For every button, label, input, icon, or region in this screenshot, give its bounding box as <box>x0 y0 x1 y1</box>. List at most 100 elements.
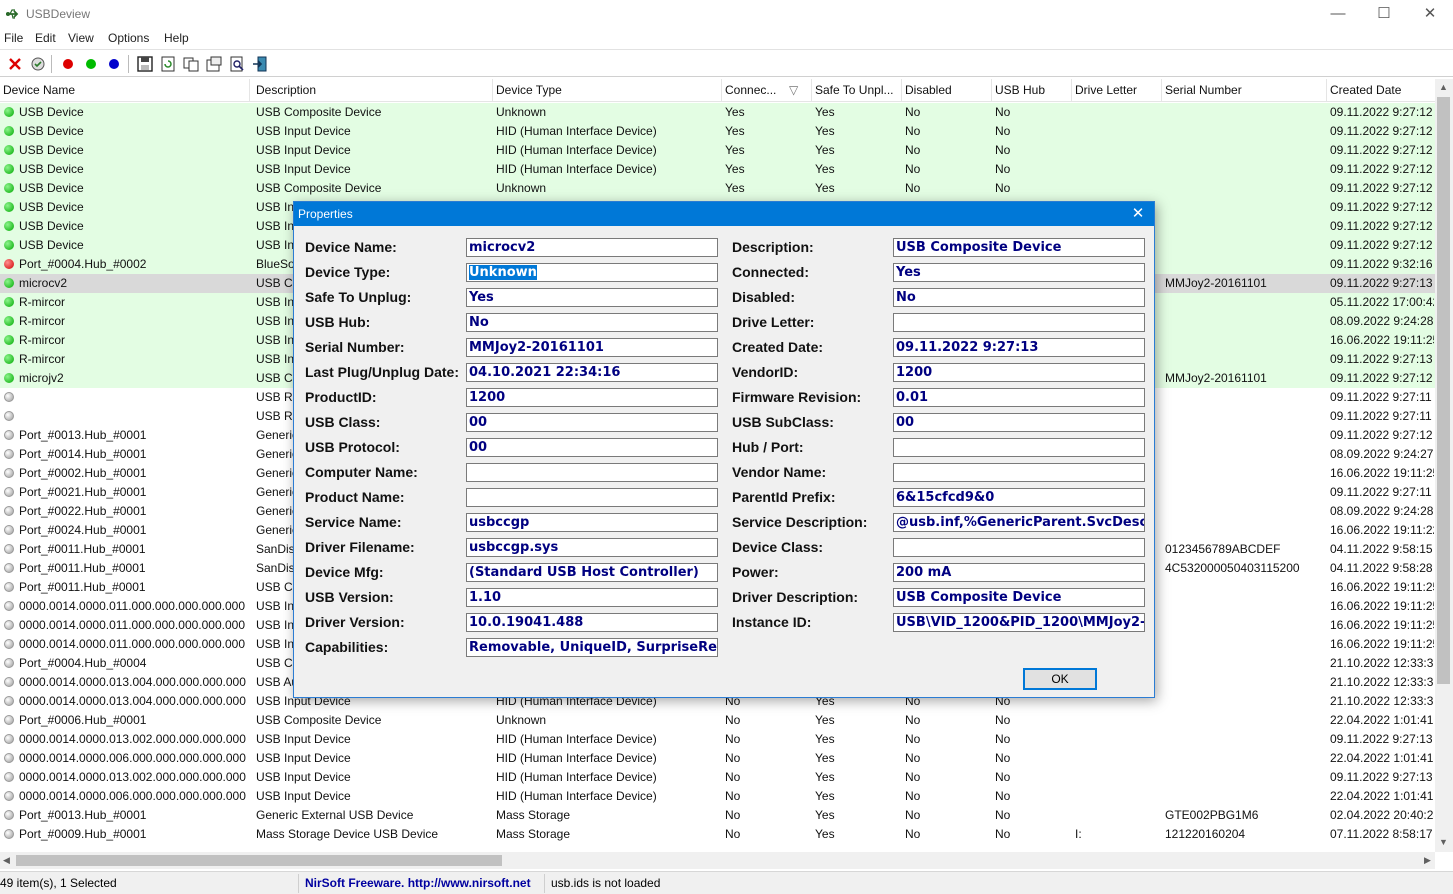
refresh-icon[interactable] <box>159 55 177 73</box>
property-value-field[interactable]: USB Composite Device <box>893 238 1145 257</box>
dialog-title-bar[interactable]: Properties ✕ <box>294 202 1154 226</box>
horizontal-scroll-thumb[interactable] <box>16 855 502 866</box>
table-cell: 0000.0014.0000.006.000.000.000.000.000 <box>19 789 246 803</box>
status-gray-icon <box>4 715 14 725</box>
menu-file[interactable]: File <box>4 31 23 45</box>
table-row[interactable]: USB Device USB Composite Device Unknown Yes… <box>0 179 1435 198</box>
property-value-field[interactable]: 1.10 <box>466 588 718 607</box>
green-dot-icon[interactable] <box>82 55 100 73</box>
scroll-down-icon[interactable]: ▼ <box>1439 837 1448 847</box>
property-value-field[interactable]: Yes <box>893 263 1145 282</box>
col-drive-letter[interactable]: Drive Letter <box>1072 79 1162 102</box>
property-value-field[interactable]: usbccgp.sys <box>466 538 718 557</box>
menu-options[interactable]: Options <box>108 31 149 45</box>
table-cell: No <box>995 770 1011 784</box>
property-value-field[interactable]: Removable, UniqueID, SurpriseRemov <box>466 638 718 657</box>
col-description[interactable]: Description <box>253 79 493 102</box>
table-row[interactable]: 0000.0014.0000.006.000.000.000.000.000 US… <box>0 749 1435 768</box>
exit-icon[interactable] <box>251 55 269 73</box>
property-value-field[interactable] <box>893 463 1145 482</box>
property-value-field[interactable]: 04.10.2021 22:34:16 <box>466 363 718 382</box>
scroll-up-icon[interactable]: ▲ <box>1439 82 1448 92</box>
copy-icon[interactable] <box>182 55 200 73</box>
col-disabled[interactable]: Disabled <box>902 79 992 102</box>
property-value: 00 <box>469 415 488 430</box>
save-icon[interactable] <box>136 55 154 73</box>
property-value-field[interactable]: No <box>893 288 1145 307</box>
uninstall-icon[interactable] <box>29 55 47 73</box>
status-nirsoft-link[interactable]: NirSoft Freeware. http://www.nirsoft.net <box>305 876 531 890</box>
maximize-button[interactable]: ☐ <box>1361 0 1407 28</box>
table-row[interactable]: Port_#0009.Hub_#0001 Mass Storage Device … <box>0 825 1435 844</box>
vertical-scrollbar[interactable]: ▲ ▼ <box>1435 79 1453 852</box>
table-cell: No <box>995 143 1011 157</box>
table-row[interactable]: 0000.0014.0000.006.000.000.000.000.000 US… <box>0 787 1435 806</box>
table-cell: Port_#0011.Hub_#0001 <box>19 542 146 556</box>
property-value-field[interactable]: USB Composite Device <box>893 588 1145 607</box>
property-value-field[interactable]: (Standard USB Host Controller) <box>466 563 718 582</box>
red-dot-icon[interactable] <box>59 55 77 73</box>
property-value-field[interactable]: Unknown <box>466 263 718 282</box>
properties-icon[interactable] <box>205 55 223 73</box>
table-cell <box>1165 103 1325 122</box>
property-value-field[interactable]: 00 <box>466 438 718 457</box>
status-gray-icon <box>4 525 14 535</box>
property-value-field[interactable]: 10.0.19041.488 <box>466 613 718 632</box>
property-value-field[interactable]: 00 <box>466 413 718 432</box>
property-value-field[interactable]: No <box>466 313 718 332</box>
property-value-field[interactable] <box>893 538 1145 557</box>
table-row[interactable]: Port_#0013.Hub_#0001 Generic External USB… <box>0 806 1435 825</box>
menu-edit[interactable]: Edit <box>35 31 56 45</box>
property-value-field[interactable]: @usb.inf,%GenericParent.SvcDesc%;Microso… <box>893 513 1145 532</box>
menu-help[interactable]: Help <box>164 31 189 45</box>
blue-dot-icon[interactable] <box>105 55 123 73</box>
property-value-field[interactable]: 09.11.2022 9:27:13 <box>893 338 1145 357</box>
status-gray-icon <box>4 487 14 497</box>
col-safe-to-unplug[interactable]: Safe To Unpl... <box>812 79 902 102</box>
property-value-field[interactable] <box>893 313 1145 332</box>
property-value-field[interactable]: 1200 <box>893 363 1145 382</box>
property-value-field[interactable]: 00 <box>893 413 1145 432</box>
table-row[interactable]: USB Device USB Input Device HID (Human Int… <box>0 122 1435 141</box>
property-value-field[interactable] <box>466 488 718 507</box>
property-label: Product Name: <box>305 489 405 505</box>
col-connected[interactable]: Connec... ▽ <box>722 79 812 102</box>
scroll-right-icon[interactable]: ▶ <box>1424 855 1431 866</box>
table-row[interactable]: USB Device USB Input Device HID (Human Int… <box>0 141 1435 160</box>
property-value-field[interactable]: microcv2 <box>466 238 718 257</box>
minimize-button[interactable]: — <box>1315 0 1361 28</box>
property-value-field[interactable] <box>466 463 718 482</box>
property-value-field[interactable]: usbccgp <box>466 513 718 532</box>
table-row[interactable]: USB Device USB Composite Device Unknown Yes… <box>0 103 1435 122</box>
dialog-close-button[interactable]: ✕ <box>1122 202 1154 226</box>
horizontal-scrollbar[interactable]: ◀ ▶ <box>0 852 1435 869</box>
table-row[interactable]: 0000.0014.0000.013.002.000.000.000.000 US… <box>0 768 1435 787</box>
property-value-field[interactable]: Yes <box>466 288 718 307</box>
property-value-field[interactable]: 0.01 <box>893 388 1145 407</box>
property-value-field[interactable]: 1200 <box>466 388 718 407</box>
table-cell: USB Device <box>19 238 84 252</box>
scroll-left-icon[interactable]: ◀ <box>3 855 10 866</box>
col-created-date[interactable]: Created Date <box>1327 79 1435 102</box>
property-value-field[interactable]: USB\VID_1200&PID_1200\MMJoy2-20161101 <box>893 613 1145 632</box>
col-usb-hub[interactable]: USB Hub <box>992 79 1072 102</box>
col-device-type[interactable]: Device Type <box>493 79 722 102</box>
property-value-field[interactable] <box>893 438 1145 457</box>
col-device-name[interactable]: Device Name <box>0 79 250 102</box>
property-value-field[interactable]: 200 mA <box>893 563 1145 582</box>
table-row[interactable]: Port_#0006.Hub_#0001 USB Composite Device… <box>0 711 1435 730</box>
table-row[interactable]: 0000.0014.0000.013.002.000.000.000.000 US… <box>0 730 1435 749</box>
ok-button[interactable]: OK <box>1023 668 1097 690</box>
col-serial-number[interactable]: Serial Number <box>1162 79 1327 102</box>
close-button[interactable]: ✕ <box>1407 0 1453 28</box>
delete-icon[interactable] <box>6 55 24 73</box>
table-cell: Yes <box>815 789 835 803</box>
table-row[interactable]: USB Device USB Input Device HID (Human Int… <box>0 160 1435 179</box>
status-gray-icon <box>4 506 14 516</box>
table-cell: 22.04.2022 1:01:41 <box>1330 789 1434 803</box>
property-value-field[interactable]: MMJoy2-20161101 <box>466 338 718 357</box>
property-value-field[interactable]: 6&15cfcd9&0 <box>893 488 1145 507</box>
vertical-scroll-thumb[interactable] <box>1437 97 1450 684</box>
find-icon[interactable] <box>228 55 246 73</box>
menu-view[interactable]: View <box>68 31 94 45</box>
